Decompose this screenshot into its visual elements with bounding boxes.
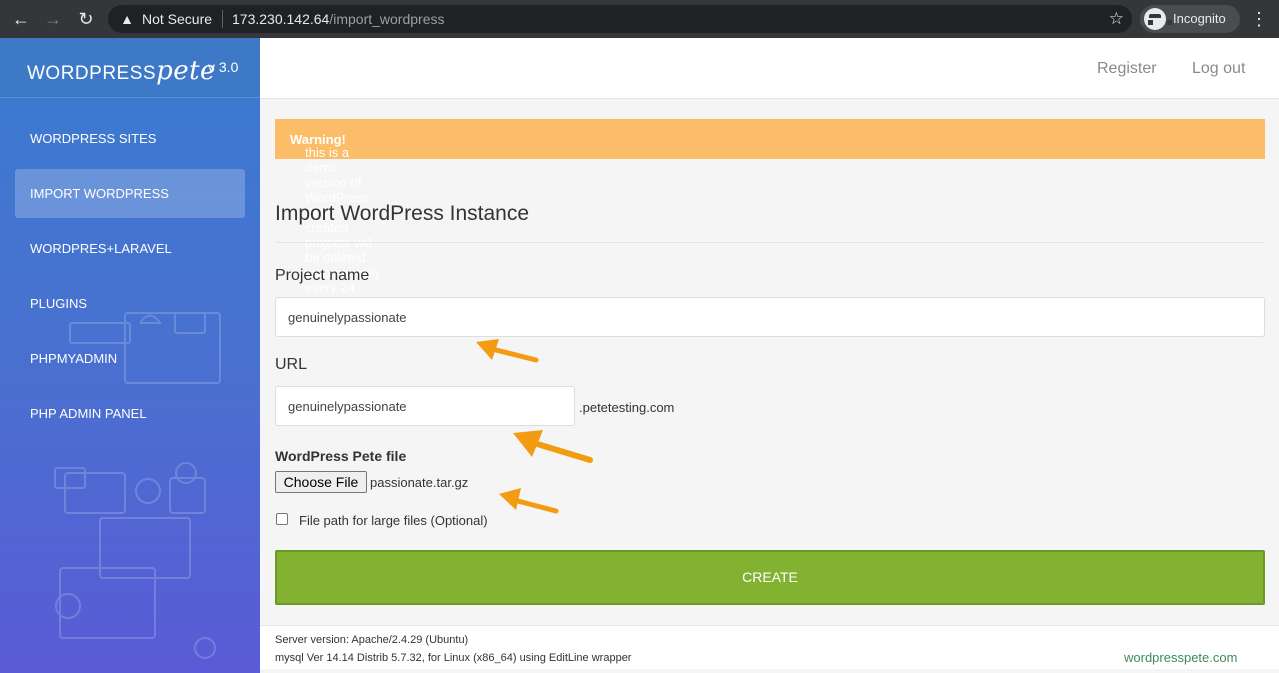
logout-link[interactable]: Log out — [1192, 60, 1245, 78]
demo-warning-alert: Warning! this is a demo version of WordP… — [275, 119, 1265, 310]
sidebar: WORDPRESSpete v 3.0 WORDPRESS SITES IMPO… — [0, 38, 260, 673]
top-navbar: Register Log out — [260, 38, 1279, 99]
large-files-checkbox[interactable] — [276, 513, 288, 525]
sidebar-item-wordpres-laravel[interactable]: WORDPRES+LARAVEL — [15, 224, 245, 273]
large-files-label[interactable]: File path for large files (Optional) — [299, 513, 488, 528]
sidebar-item-wordpress-sites[interactable]: WORDPRESS SITES — [15, 114, 245, 163]
page-title: Import WordPress Instance — [275, 202, 530, 225]
browser-menu-icon[interactable]: ⋮ — [1250, 8, 1268, 30]
sidebar-item-label: WORDPRES+LARAVEL — [30, 241, 172, 256]
url-label: URL — [275, 356, 308, 373]
sidebar-item-label: PLUGINS — [30, 296, 88, 311]
pete-file-label: WordPress Pete file — [275, 448, 407, 464]
sidebar-header: WORDPRESSpete v 3.0 — [0, 38, 260, 98]
sidebar-item-phpmyadmin[interactable]: PHPMYADMIN — [15, 334, 245, 383]
version-label: v 3.0 — [208, 59, 239, 75]
logo-script: pete — [156, 56, 216, 86]
alert-text: Warning! this is a demo version of WordP… — [290, 132, 381, 310]
incognito-label: Incognito — [1173, 11, 1226, 26]
sidebar-item-php-admin-panel[interactable]: PHP ADMIN PANEL — [15, 389, 245, 438]
forward-arrow-icon[interactable]: → — [42, 8, 64, 30]
security-label[interactable]: Not Secure — [142, 11, 212, 27]
register-link[interactable]: Register — [1097, 60, 1157, 78]
url-domain-suffix: .petetesting.com — [579, 400, 675, 415]
sidebar-item-label: PHP ADMIN PANEL — [30, 406, 147, 421]
main-content: Register Log out Warning! this is a demo… — [260, 38, 1279, 673]
url-text[interactable]: 173.230.142.64/import_wordpress — [232, 11, 444, 27]
sidebar-item-label: WORDPRESS SITES — [30, 131, 157, 146]
incognito-icon — [1144, 8, 1172, 30]
selected-file-name: passionate.tar.gz — [370, 475, 469, 490]
browser-toolbar: ← → ↻ ▲ Not Secure 173.230.142.64/import… — [0, 0, 1279, 38]
wordpresspete-link[interactable]: wordpresspete.com — [1124, 650, 1237, 665]
url-host: 173.230.142.64 — [232, 11, 330, 27]
alert-message: this is a demo version of WordPress Pete… — [305, 145, 381, 310]
url-path: /import_wordpress — [329, 11, 445, 27]
url-input[interactable] — [275, 386, 575, 426]
footer: Server version: Apache/2.4.29 (Ubuntu) m… — [260, 625, 1279, 669]
incognito-badge[interactable]: Incognito — [1140, 5, 1240, 33]
annotation-arrow-icon — [476, 339, 539, 363]
sidebar-item-label: PHPMYADMIN — [30, 351, 118, 366]
address-bar[interactable]: ▲ Not Secure 173.230.142.64/import_wordp… — [108, 5, 1132, 33]
logo-word: WORDPRESS — [27, 63, 157, 84]
warning-triangle-icon[interactable]: ▲ — [118, 10, 136, 28]
server-version-text: Server version: Apache/2.4.29 (Ubuntu) — [275, 634, 469, 646]
choose-file-button[interactable]: Choose File — [275, 471, 367, 493]
project-name-label: Project name — [275, 267, 370, 284]
mysql-version-text: mysql Ver 14.14 Distrib 5.7.32, for Linu… — [275, 652, 632, 664]
reload-icon[interactable]: ↻ — [75, 8, 97, 30]
annotation-arrow-icon — [499, 488, 559, 514]
url-divider — [222, 10, 223, 28]
sidebar-item-label: IMPORT WORDPRESS — [30, 186, 169, 201]
create-button[interactable]: CREATE — [275, 550, 1265, 605]
sidebar-item-import-wordpress[interactable]: IMPORT WORDPRESS — [15, 169, 245, 218]
bookmark-star-icon[interactable]: ☆ — [1109, 9, 1124, 29]
project-name-input[interactable] — [275, 297, 1265, 337]
back-arrow-icon[interactable]: ← — [10, 8, 32, 30]
title-divider — [275, 242, 1265, 243]
annotation-arrow-icon — [513, 430, 593, 463]
sidebar-item-plugins[interactable]: PLUGINS — [15, 279, 245, 328]
wordpress-pete-logo[interactable]: WORDPRESSpete — [27, 56, 216, 86]
